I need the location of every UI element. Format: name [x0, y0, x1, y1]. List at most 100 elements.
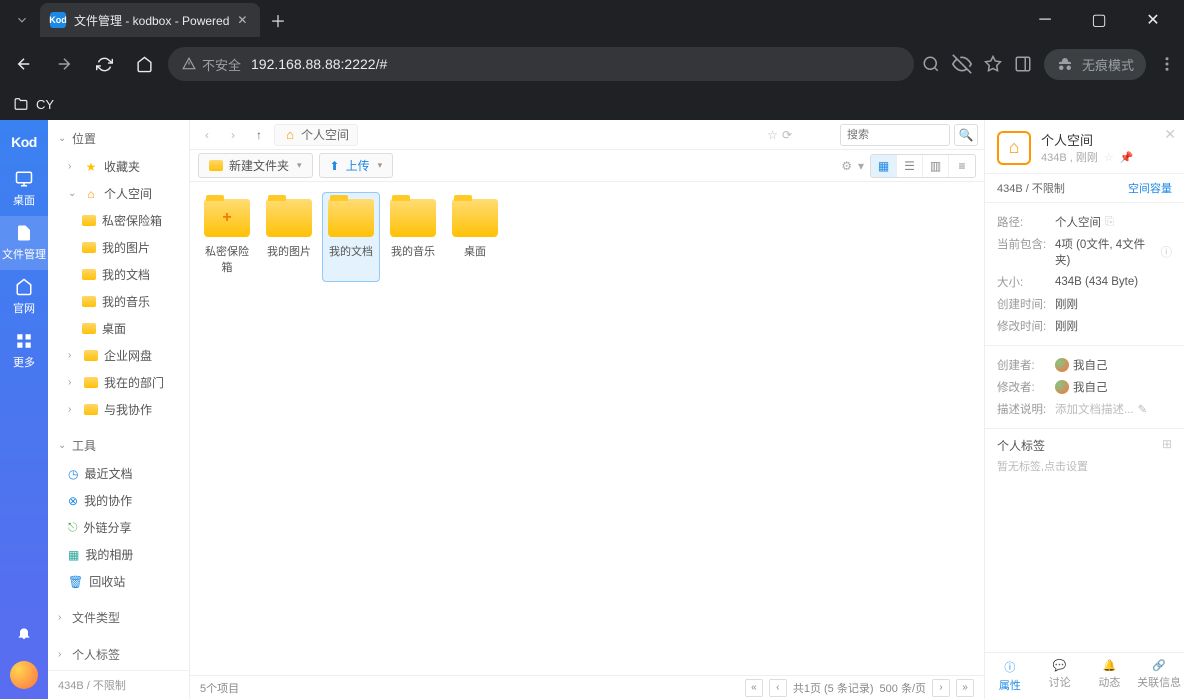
tree-item-music[interactable]: 我的音乐: [48, 288, 189, 315]
home-icon: [15, 278, 33, 296]
tags-empty-hint[interactable]: 暂无标签,点击设置: [997, 458, 1172, 474]
file-item-pictures[interactable]: 我的图片: [260, 192, 318, 282]
tree-item-pictures[interactable]: 我的图片: [48, 234, 189, 261]
search-input[interactable]: [840, 124, 950, 146]
view-icons-button[interactable]: ▦: [871, 155, 897, 177]
bookmark-star-icon[interactable]: [984, 55, 1002, 73]
tree-item-recent[interactable]: ◷最近文档: [48, 460, 189, 487]
zoom-icon[interactable]: [922, 55, 940, 73]
maximize-button[interactable]: ▢: [1076, 4, 1122, 36]
browser-tab[interactable]: Kod 文件管理 - kodbox - Powered ✕: [40, 3, 260, 37]
sort-dropdown-icon[interactable]: ▾: [858, 159, 864, 173]
tab-properties[interactable]: ⓘ属性: [985, 653, 1035, 699]
left-rail: Kod 桌面 文件管理 官网 更多: [0, 120, 48, 699]
close-panel-icon[interactable]: ✕: [1164, 126, 1176, 143]
rail-item-files[interactable]: 文件管理: [0, 216, 48, 270]
nav-back-icon[interactable]: ‹: [196, 124, 218, 146]
first-page-button[interactable]: «: [745, 679, 763, 697]
security-warning: 不安全: [182, 55, 241, 74]
refresh-icon[interactable]: ⟳: [782, 128, 792, 142]
file-item-safebox[interactable]: 私密保险箱: [198, 192, 256, 282]
new-tab-button[interactable]: ＋: [264, 6, 292, 34]
forward-button[interactable]: [48, 48, 80, 80]
favorite-star-icon[interactable]: ☆: [767, 128, 778, 142]
search-button[interactable]: 🔍: [954, 124, 978, 146]
view-details-button[interactable]: ≡: [949, 155, 975, 177]
menu-icon[interactable]: [1158, 55, 1176, 73]
tree-item-personal-space[interactable]: ⌄⌂个人空间: [48, 180, 189, 207]
reload-button[interactable]: [88, 48, 120, 80]
upload-button[interactable]: ⬆上传▾: [319, 153, 394, 178]
edit-icon[interactable]: ✎: [1138, 402, 1148, 416]
bell-icon: 🔔: [1103, 659, 1117, 672]
last-page-button[interactable]: »: [956, 679, 974, 697]
grid-icon: [15, 332, 33, 350]
tree-item-album[interactable]: ▦我的相册: [48, 541, 189, 568]
tree-item-collab[interactable]: ⊗我的协作: [48, 487, 189, 514]
file-grid[interactable]: 私密保险箱 我的图片 我的文档 我的音乐 桌面: [190, 182, 984, 675]
view-list-button[interactable]: ☰: [897, 155, 923, 177]
url-input[interactable]: 不安全 192.168.88.88:2222/#: [168, 47, 914, 81]
next-page-button[interactable]: ›: [932, 679, 950, 697]
file-item-music[interactable]: 我的音乐: [384, 192, 442, 282]
monitor-icon: [15, 170, 33, 188]
tree-section-filetypes[interactable]: ›文件类型: [48, 603, 189, 632]
tree-section-location[interactable]: ⌄位置: [48, 124, 189, 153]
file-item-desktop[interactable]: 桌面: [446, 192, 504, 282]
rail-item-official[interactable]: 官网: [0, 270, 48, 324]
tree-item-department[interactable]: ›我在的部门: [48, 369, 189, 396]
eye-off-icon[interactable]: [952, 54, 972, 74]
side-panel-icon[interactable]: [1014, 55, 1032, 73]
tab-activity[interactable]: 🔔动态: [1085, 653, 1135, 699]
rail-item-more[interactable]: 更多: [0, 324, 48, 378]
breadcrumb[interactable]: ⌂个人空间: [274, 124, 358, 146]
nav-forward-icon[interactable]: ›: [222, 124, 244, 146]
notifications-icon[interactable]: [16, 615, 32, 651]
tree-item-external-share[interactable]: ⎋外链分享: [48, 514, 189, 541]
pagination: « ‹ 共1页 (5 条记录) 500 条/页 › »: [745, 679, 974, 697]
folder-icon: [14, 97, 28, 111]
description-input[interactable]: 添加文档描述...: [1055, 401, 1134, 417]
tree-section-tools[interactable]: ⌄工具: [48, 431, 189, 460]
bookmark-item[interactable]: CY: [36, 97, 54, 112]
back-button[interactable]: [8, 48, 40, 80]
new-folder-button[interactable]: 新建文件夹▾: [198, 153, 313, 178]
incognito-badge[interactable]: 无痕模式: [1044, 49, 1146, 80]
user-avatar[interactable]: [10, 661, 38, 689]
tab-related[interactable]: 🔗关联信息: [1134, 653, 1184, 699]
tab-menu-button[interactable]: [8, 6, 36, 34]
info-icon: ⓘ: [1004, 659, 1015, 675]
tree-item-trash[interactable]: 🗑回收站: [48, 568, 189, 595]
prev-page-button[interactable]: ‹: [769, 679, 787, 697]
chat-icon: 💬: [1053, 659, 1067, 672]
minimize-button[interactable]: ─: [1022, 4, 1068, 36]
close-tab-icon[interactable]: ✕: [237, 13, 247, 27]
tree-item-enterprise[interactable]: ›企业网盘: [48, 342, 189, 369]
browser-chrome: Kod 文件管理 - kodbox - Powered ✕ ＋ ─ ▢ ✕ 不安…: [0, 0, 1184, 120]
per-page-select[interactable]: 500 条/页: [880, 680, 926, 696]
sidebar-quota: 434B / 不限制: [48, 670, 189, 699]
tree-section-tags[interactable]: ›个人标签: [48, 640, 189, 669]
details-title: 个人空间: [1041, 130, 1133, 149]
view-columns-button[interactable]: ▥: [923, 155, 949, 177]
tab-discuss[interactable]: 💬讨论: [1035, 653, 1085, 699]
tree-item-shared-with-me[interactable]: ›与我协作: [48, 396, 189, 423]
status-bar: 5个项目 « ‹ 共1页 (5 条记录) 500 条/页 › »: [190, 675, 984, 699]
tree-item-favorites[interactable]: ›★收藏夹: [48, 153, 189, 180]
home-button[interactable]: [128, 48, 160, 80]
quota-link[interactable]: 空间容量: [1128, 180, 1172, 196]
window-controls: ─ ▢ ✕: [1022, 4, 1176, 36]
tree-item-documents[interactable]: 我的文档: [48, 261, 189, 288]
bookmark-bar: CY: [0, 88, 1184, 120]
file-item-documents[interactable]: 我的文档: [322, 192, 380, 282]
avatar-icon: [1055, 358, 1069, 372]
rail-item-desktop[interactable]: 桌面: [0, 162, 48, 216]
tree-item-safebox[interactable]: 私密保险箱: [48, 207, 189, 234]
nav-up-icon[interactable]: ↑: [248, 124, 270, 146]
file-icon: [15, 224, 33, 242]
sort-icon[interactable]: ⚙: [841, 159, 852, 173]
expand-tags-icon[interactable]: ⊞: [1162, 437, 1172, 454]
tree-item-desktop[interactable]: 桌面: [48, 315, 189, 342]
close-window-button[interactable]: ✕: [1130, 4, 1176, 36]
link-icon: 🔗: [1152, 659, 1166, 672]
